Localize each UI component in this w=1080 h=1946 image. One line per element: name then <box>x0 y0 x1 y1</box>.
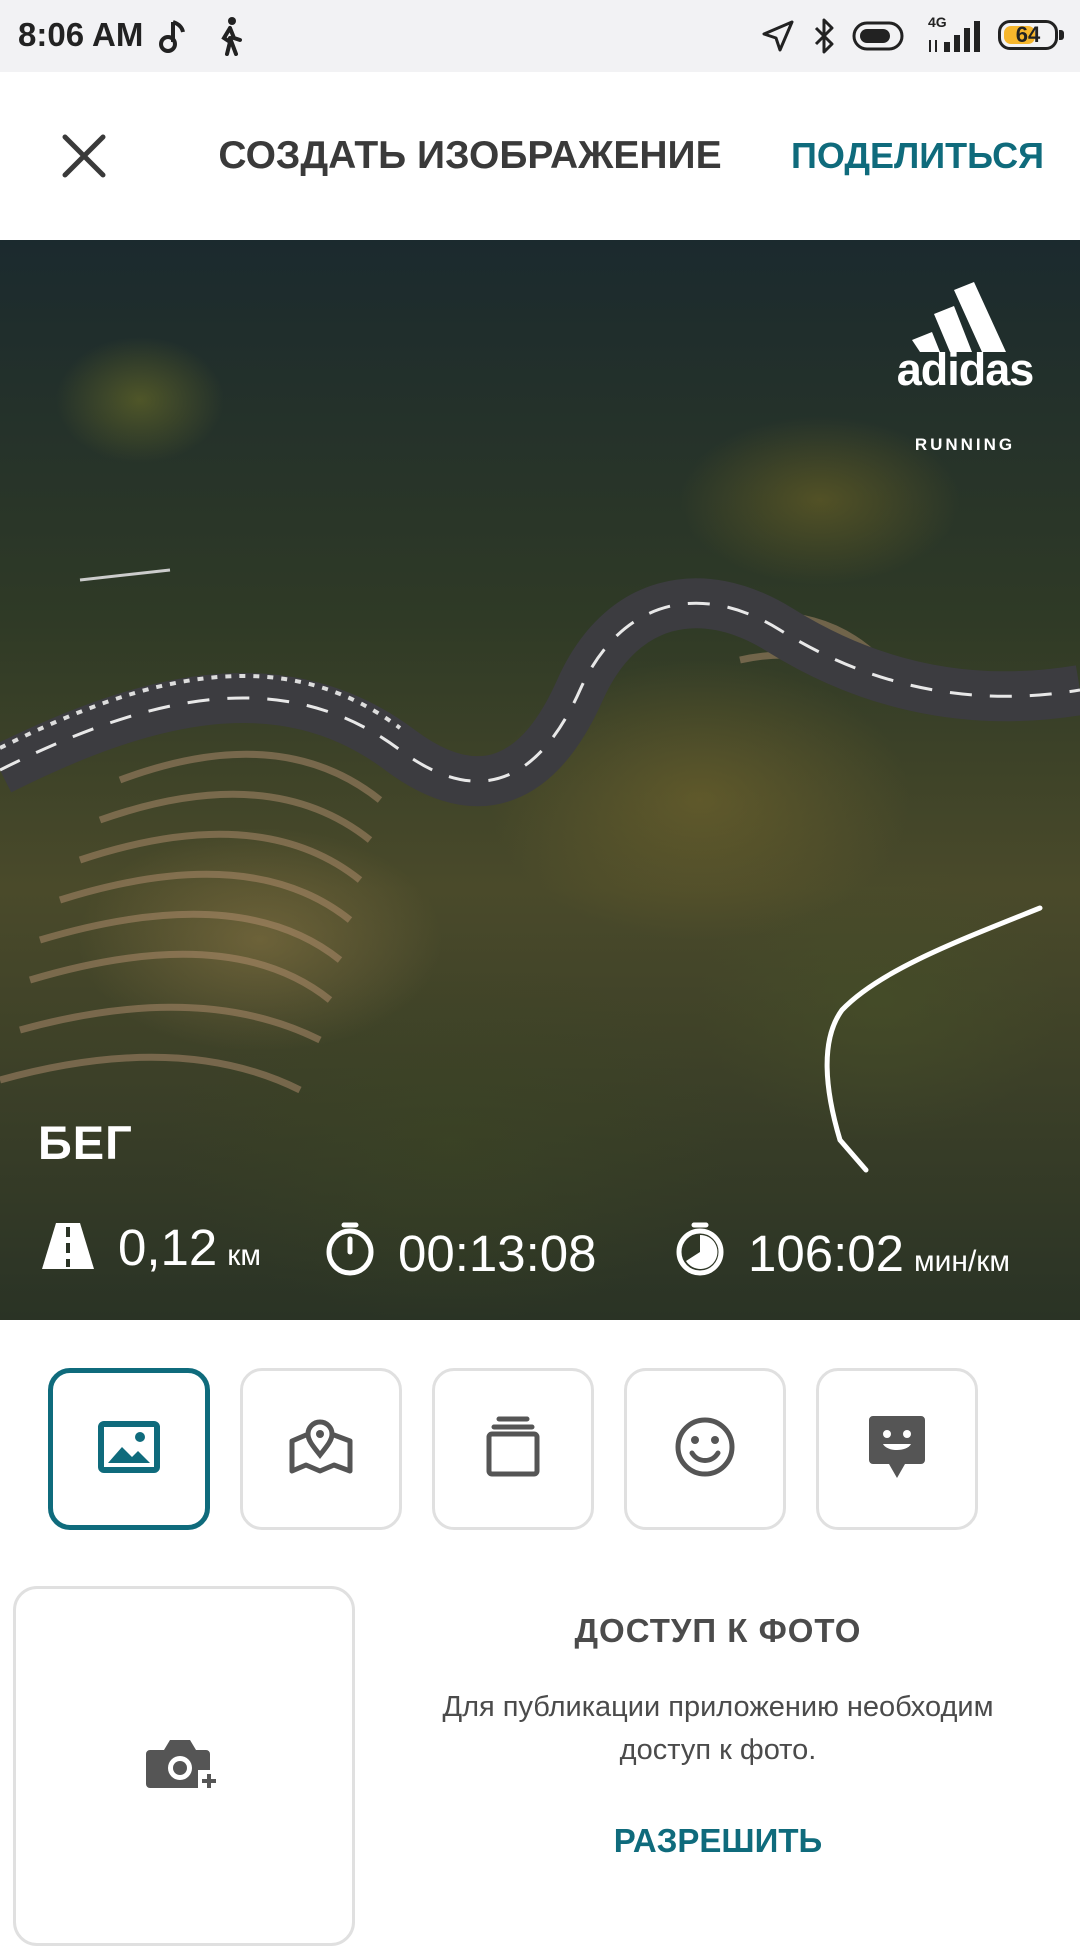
activity-type: БЕГ <box>38 1116 133 1169</box>
tool-background-image[interactable] <box>48 1368 210 1530</box>
stat-pace: 106:02 мин/км <box>672 1215 1010 1282</box>
signal-icon <box>924 14 984 58</box>
tool-layers[interactable] <box>432 1368 594 1530</box>
bluetooth-icon <box>806 14 842 58</box>
location-arrow-icon <box>758 14 798 58</box>
stat-duration: 00:13:08 <box>322 1215 597 1282</box>
adidas-running-logo: adidas RUNNING <box>880 282 1050 454</box>
layers-icon <box>485 1416 541 1483</box>
permission-title: ДОСТУП К ФОТО <box>574 1612 862 1649</box>
map-pin-icon <box>288 1419 354 1480</box>
distance-value: 0,12 <box>118 1219 218 1276</box>
editor-toolbar <box>0 1368 1080 1536</box>
music-note-icon <box>156 14 192 58</box>
add-photo-button[interactable] <box>13 1586 355 1946</box>
page-title: СОЗДАТЬ ИЗОБРАЖЕНИЕ <box>218 134 722 177</box>
battery-icon: 64 <box>998 20 1064 50</box>
walking-icon <box>212 14 248 58</box>
tool-map[interactable] <box>240 1368 402 1530</box>
stopwatch-icon <box>322 1221 378 1282</box>
smiley-icon <box>674 1416 736 1483</box>
pace-value: 106:02 <box>748 1225 904 1282</box>
stat-distance: 0,12 км <box>40 1215 262 1276</box>
pace-icon <box>672 1221 728 1282</box>
sticker-icon <box>867 1414 927 1485</box>
toggle-icon <box>850 14 906 58</box>
camera-add-icon <box>146 1736 222 1797</box>
brand-sub: RUNNING <box>914 435 1016 454</box>
battery-level: 64 <box>1015 22 1041 47</box>
permission-message: Для публикации приложению необходим дост… <box>442 1691 994 1766</box>
close-icon <box>61 133 107 184</box>
tool-emoji[interactable] <box>624 1368 786 1530</box>
image-preview[interactable]: adidas RUNNING БЕГ 0,12 км 00:13:08 106:… <box>0 240 1080 1320</box>
image-icon <box>98 1420 160 1478</box>
close-button[interactable] <box>48 122 120 194</box>
duration-value: 00:13:08 <box>398 1225 597 1282</box>
share-button[interactable]: ПОДЕЛИТЬСЯ <box>791 72 1044 240</box>
tool-sticker[interactable] <box>816 1368 978 1530</box>
road-icon <box>40 1221 96 1276</box>
pace-unit: мин/км <box>914 1245 1011 1278</box>
top-app-bar: СОЗДАТЬ ИЗОБРАЖЕНИЕ ПОДЕЛИТЬСЯ <box>0 72 1080 240</box>
allow-button[interactable]: РАЗРЕШИТЬ <box>420 1822 1016 1860</box>
brand-name: adidas <box>896 344 1035 395</box>
distance-unit: км <box>227 1239 262 1272</box>
status-bar: 8:06 AM 4G 64 <box>0 0 1080 72</box>
status-time: 8:06 AM <box>18 16 144 53</box>
